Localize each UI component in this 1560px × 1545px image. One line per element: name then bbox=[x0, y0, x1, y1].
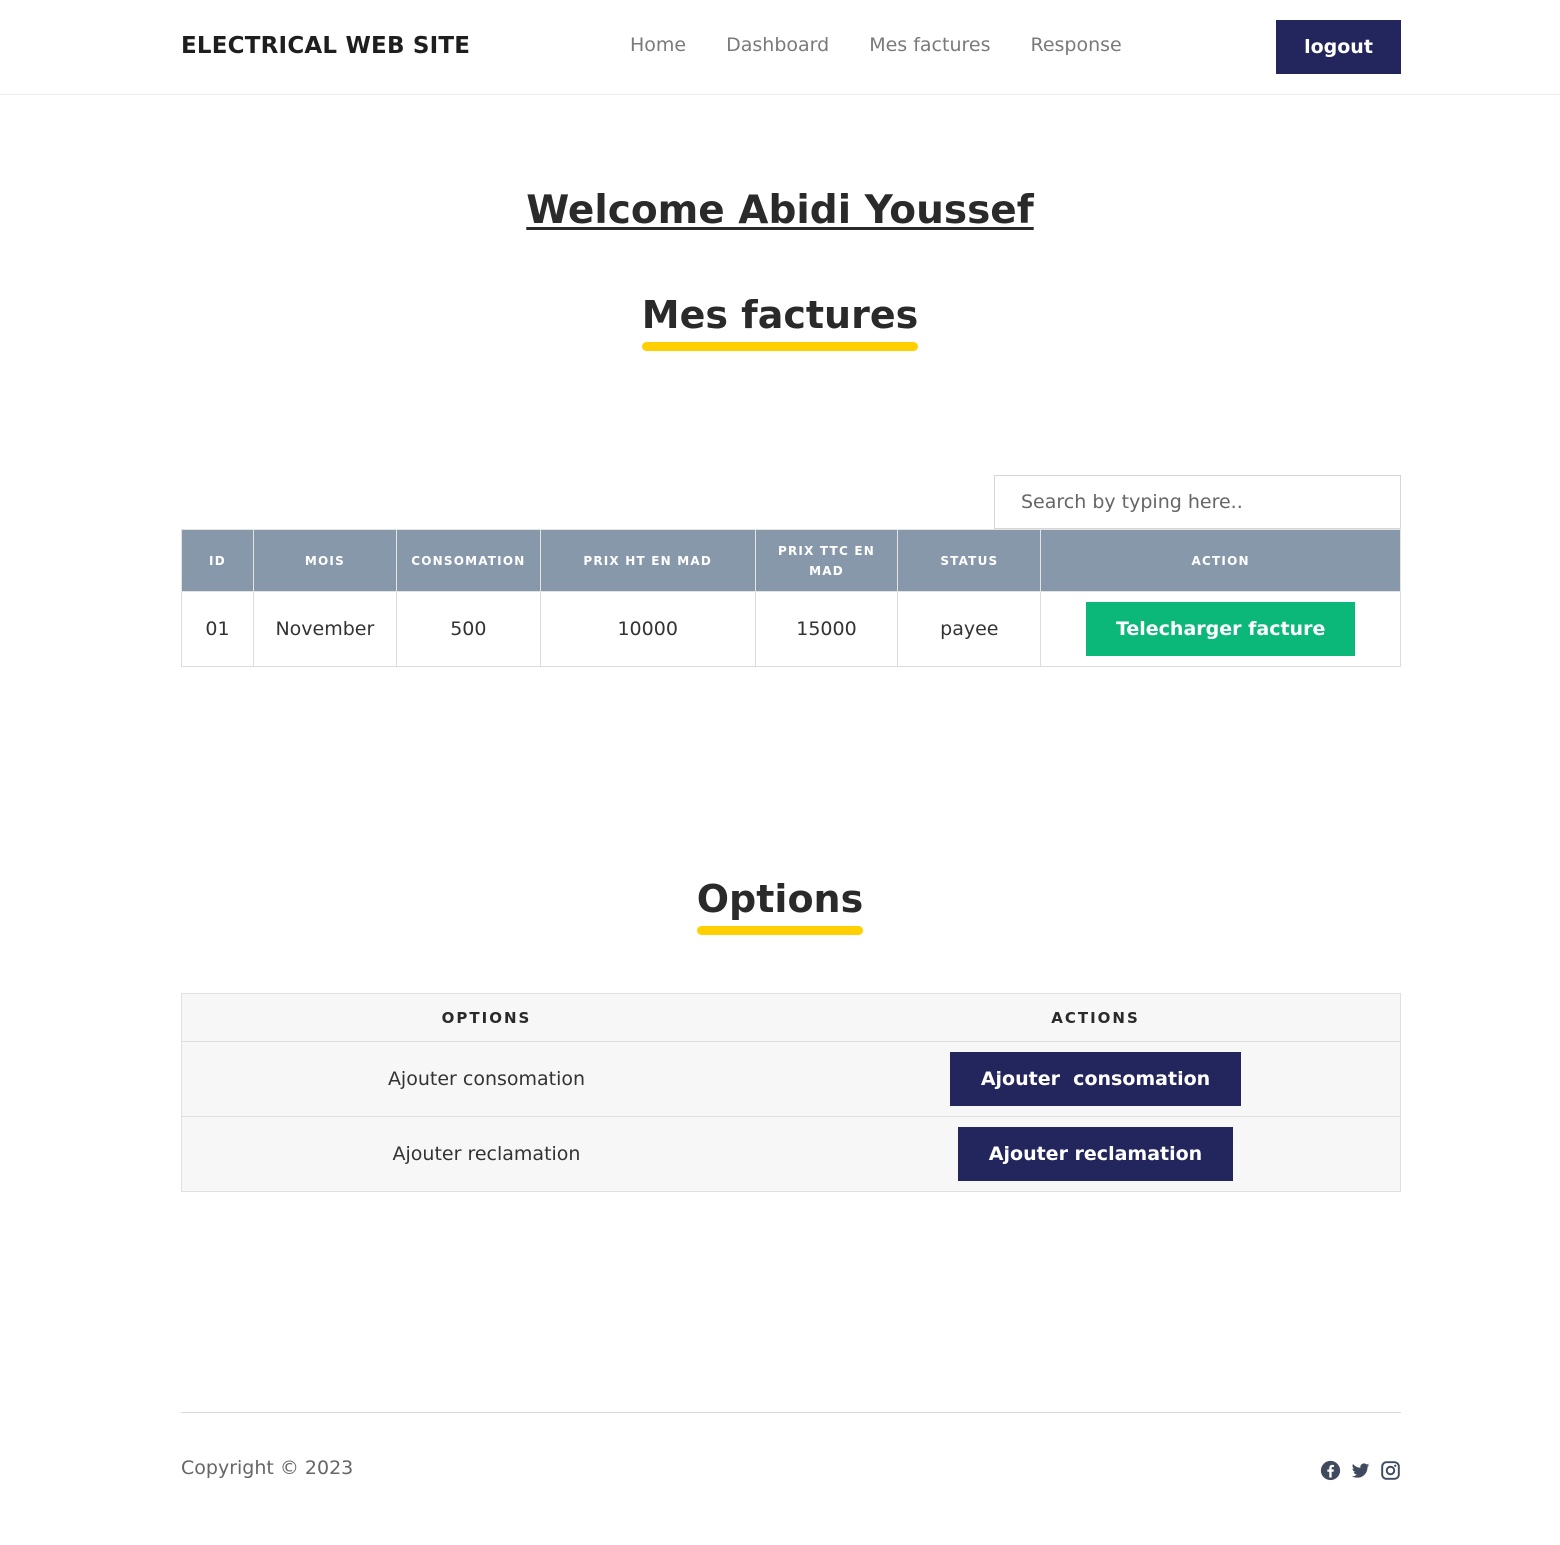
cell-id: 01 bbox=[181, 591, 254, 667]
option-label: Ajouter consomation bbox=[181, 1041, 791, 1117]
nav-mes-factures[interactable]: Mes factures bbox=[869, 34, 990, 56]
table-row: Ajouter consomation Ajouter consomation bbox=[181, 1041, 1401, 1117]
instagram-icon[interactable] bbox=[1380, 1460, 1401, 1481]
twitter-icon[interactable] bbox=[1350, 1460, 1371, 1481]
options-title: Options bbox=[696, 877, 864, 935]
copyright-text: Copyright © 2023 bbox=[181, 1457, 354, 1479]
nav-response[interactable]: Response bbox=[1030, 34, 1121, 56]
table-header-row: ID MOIS CONSOMATION PRIX HT EN MAD PRIX … bbox=[181, 529, 1401, 592]
footer-divider bbox=[181, 1412, 1401, 1413]
cell-prix-ttc: 15000 bbox=[754, 591, 899, 667]
nav-home[interactable]: Home bbox=[630, 34, 686, 56]
cell-prix-ht: 10000 bbox=[539, 591, 756, 667]
social-links bbox=[1320, 1460, 1401, 1481]
ajouter-consomation-button[interactable]: Ajouter consomation bbox=[949, 1052, 1242, 1106]
facebook-icon[interactable] bbox=[1320, 1460, 1341, 1481]
search-input[interactable] bbox=[994, 475, 1401, 529]
cell-mois: November bbox=[252, 591, 397, 667]
welcome-text: Welcome Abidi Youssef bbox=[526, 188, 1034, 233]
table-row: Ajouter reclamation Ajouter reclamation bbox=[181, 1116, 1401, 1192]
column-header-prix-ttc: PRIX TTC EN MAD bbox=[754, 529, 899, 592]
column-header-prix-ht: PRIX HT EN MAD bbox=[539, 529, 756, 592]
factures-table: ID MOIS CONSOMATION PRIX HT EN MAD PRIX … bbox=[181, 529, 1401, 667]
options-section-title: Options bbox=[0, 877, 1560, 935]
cell-action: Telecharger facture bbox=[1040, 591, 1401, 667]
options-header-row: OPTIONS ACTIONS bbox=[181, 993, 1401, 1042]
factures-section-title: Mes factures bbox=[0, 293, 1560, 351]
telecharger-facture-button[interactable]: Telecharger facture bbox=[1085, 602, 1356, 656]
option-action-cell: Ajouter reclamation bbox=[791, 1116, 1401, 1192]
cell-consomation: 500 bbox=[395, 591, 541, 667]
factures-title: Mes factures bbox=[641, 293, 919, 351]
option-action-cell: Ajouter consomation bbox=[791, 1041, 1401, 1117]
column-header-options: OPTIONS bbox=[181, 993, 791, 1042]
main-nav: Home Dashboard Mes factures Response bbox=[630, 34, 1122, 56]
column-header-action: ACTION bbox=[1040, 529, 1401, 592]
column-header-mois: MOIS bbox=[252, 529, 397, 592]
column-header-consomation: CONSOMATION bbox=[395, 529, 541, 592]
column-header-id: ID bbox=[181, 529, 254, 592]
table-row: 01 November 500 10000 15000 payee Telech… bbox=[181, 591, 1401, 667]
ajouter-reclamation-button[interactable]: Ajouter reclamation bbox=[957, 1127, 1234, 1181]
top-header: ELECTRICAL WEB SITE Home Dashboard Mes f… bbox=[0, 0, 1560, 95]
logout-button[interactable]: logout bbox=[1276, 20, 1401, 74]
column-header-actions: ACTIONS bbox=[791, 993, 1401, 1042]
option-label: Ajouter reclamation bbox=[181, 1116, 791, 1192]
options-table: OPTIONS ACTIONS Ajouter consomation Ajou… bbox=[181, 993, 1401, 1192]
welcome-heading: Welcome Abidi Youssef bbox=[0, 188, 1560, 233]
cell-status: payee bbox=[897, 591, 1042, 667]
column-header-status: STATUS bbox=[897, 529, 1042, 592]
site-brand[interactable]: ELECTRICAL WEB SITE bbox=[181, 33, 470, 59]
nav-dashboard[interactable]: Dashboard bbox=[726, 34, 829, 56]
